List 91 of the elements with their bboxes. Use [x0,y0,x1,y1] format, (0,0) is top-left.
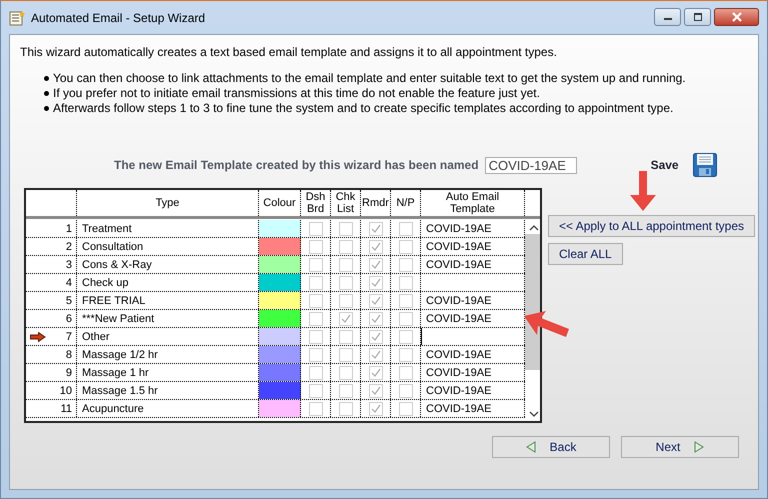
scroll-up-icon[interactable] [528,224,538,232]
row-number: 2 [66,240,72,252]
checkbox[interactable] [398,330,412,344]
minimize-button[interactable] [654,8,681,26]
checkbox[interactable] [308,312,322,326]
checkbox[interactable] [398,384,412,398]
checkbox[interactable] [308,276,322,290]
checkbox[interactable] [308,402,322,416]
next-button[interactable]: Next [621,436,739,458]
save-label: Save [650,158,679,172]
column-header: Colour [259,190,301,216]
back-button[interactable]: Back [492,436,610,458]
checkbox[interactable] [338,222,352,236]
column-header: Dsh Brd [301,190,331,216]
checkbox[interactable] [338,276,352,290]
bullet-icon [44,90,49,96]
row-number: 3 [66,258,72,270]
checkbox[interactable] [368,222,382,236]
row-number: 5 [66,294,72,306]
side-button[interactable]: << Apply to ALL appointment types [548,215,756,237]
window-icon [9,10,25,26]
save-icon[interactable] [692,153,717,177]
template-cell: COVID-19AE [421,382,525,399]
template-name-field[interactable]: COVID-19AE [484,156,577,174]
checkbox[interactable] [368,384,382,398]
checkbox[interactable] [398,240,412,254]
bullet-icon [44,106,49,110]
bullet-icon [44,76,49,80]
bullet-text: You can then choose to link attachments to the email template and enter suitable text to get the system up and running. [53,71,686,85]
checkbox[interactable] [338,330,352,344]
checkbox[interactable] [338,384,352,398]
checkbox[interactable] [308,258,322,272]
checkbox[interactable] [308,240,322,254]
template-cell: COVID-19AE [421,400,525,417]
maximize-button[interactable] [684,8,711,26]
row-number: 8 [66,348,72,360]
close-icon [730,12,742,22]
column-header: Chk List [331,190,361,216]
intro-text: This wizard automatically creates a text based email template and assigns it to all appointment types. [20,45,558,59]
column-header: Rmdr [361,190,391,216]
checkbox[interactable] [338,402,352,416]
side-button[interactable]: Clear ALL [548,243,623,265]
close-button[interactable] [714,8,759,26]
checkbox[interactable] [368,330,382,344]
checkbox[interactable] [308,330,322,344]
checkbox[interactable] [368,294,382,308]
checkbox[interactable] [398,222,412,236]
checkbox[interactable] [308,384,322,398]
checkbox[interactable] [308,222,322,236]
checkbox[interactable] [368,366,382,380]
row-number: 9 [66,366,72,378]
left-triangle-icon [526,441,536,453]
row-number: 10 [60,384,72,396]
checkbox[interactable] [308,348,322,362]
checkbox[interactable] [338,294,352,308]
window-title: Automated Email - Setup Wizard [31,10,206,24]
checkbox[interactable] [368,402,382,416]
checkbox[interactable] [368,348,382,362]
checkbox[interactable] [368,312,382,326]
checkbox[interactable] [398,294,412,308]
checkbox[interactable] [338,348,352,362]
checkbox[interactable] [338,258,352,272]
checkbox[interactable] [368,240,382,254]
template-name-label: The new Email Template created by this wizard has been named [114,158,479,172]
checkbox[interactable] [398,366,412,380]
checkbox[interactable] [338,312,352,326]
column-header: Auto Email Template [421,190,525,216]
checkbox[interactable] [398,312,412,326]
row-number: 7 [66,330,72,342]
checkbox[interactable] [368,258,382,272]
checkbox[interactable] [308,366,322,380]
checkbox[interactable] [398,402,412,416]
right-triangle-icon [694,441,704,453]
bullet-text: Afterwards follow steps 1 to 3 to fine tune the system and to create specific templates according to appointment type. [53,101,674,115]
row-number: 4 [66,276,72,288]
checkbox[interactable] [338,366,352,380]
column-header: Type [77,190,259,216]
bullet-text: If you prefer not to initiate email transmissions at this time do not enable the feature just yet. [53,86,540,100]
row-number: 6 [66,312,72,324]
checkbox[interactable] [398,276,412,290]
annotation-arrow [628,169,658,213]
checkbox[interactable] [398,348,412,362]
scroll-down-icon[interactable] [528,410,538,418]
checkbox[interactable] [398,258,412,272]
maximize-icon [692,13,702,21]
checkbox[interactable] [338,240,352,254]
row-number: 1 [66,222,72,234]
checkbox[interactable] [368,276,382,290]
checkbox[interactable] [308,294,322,308]
column-header: N/P [391,190,421,216]
row-number: 11 [60,402,72,414]
